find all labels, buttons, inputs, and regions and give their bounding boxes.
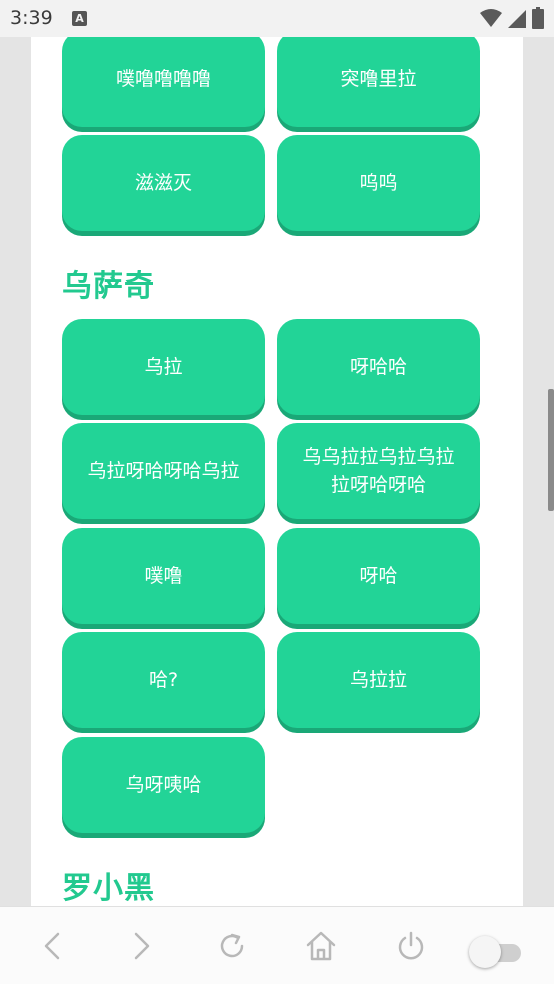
status-icons <box>480 7 544 29</box>
sound-button[interactable]: 乌拉呀哈呀哈乌拉 <box>62 423 265 519</box>
sound-button[interactable]: 乌拉 <box>62 319 265 415</box>
sound-button[interactable]: 呀哈 <box>277 528 480 624</box>
toggle-switch[interactable] <box>469 934 523 970</box>
bottom-nav-bar <box>0 906 554 984</box>
notification-a-icon: A <box>72 11 87 26</box>
refresh-icon[interactable] <box>215 929 249 963</box>
forward-icon[interactable] <box>124 929 158 963</box>
wifi-icon <box>480 9 502 27</box>
sound-button[interactable]: 噗噜 <box>62 528 265 624</box>
status-bar: 3:39 A <box>0 0 554 37</box>
status-time: 3:39 <box>10 7 53 29</box>
battery-icon <box>532 7 544 29</box>
sound-button[interactable]: 乌呀咦哈 <box>62 737 265 833</box>
back-icon[interactable] <box>36 929 70 963</box>
sound-button[interactable]: 呜呜 <box>277 135 480 231</box>
content-scroll-area[interactable]: 噗噜噜噜噜 突噜里拉 滋滋灭 呜呜 乌萨奇 乌拉 呀哈哈 乌拉呀哈呀哈乌拉 乌乌… <box>0 37 554 906</box>
section-title: 罗小黑 <box>62 871 155 906</box>
signal-icon <box>508 10 526 28</box>
toggle-knob <box>469 936 501 968</box>
sound-button[interactable]: 突噜里拉 <box>277 37 480 127</box>
sound-button[interactable]: 哈? <box>62 632 265 728</box>
sound-button[interactable]: 滋滋灭 <box>62 135 265 231</box>
scrollbar-thumb[interactable] <box>548 389 554 511</box>
section-title: 乌萨奇 <box>62 269 155 304</box>
sound-button[interactable]: 噗噜噜噜噜 <box>62 37 265 127</box>
sound-button[interactable]: 呀哈哈 <box>277 319 480 415</box>
sound-button[interactable]: 乌乌拉拉乌拉乌拉拉呀哈呀哈 <box>277 423 480 519</box>
power-icon[interactable] <box>394 929 428 963</box>
home-icon[interactable] <box>304 929 338 963</box>
sound-button[interactable]: 乌拉拉 <box>277 632 480 728</box>
